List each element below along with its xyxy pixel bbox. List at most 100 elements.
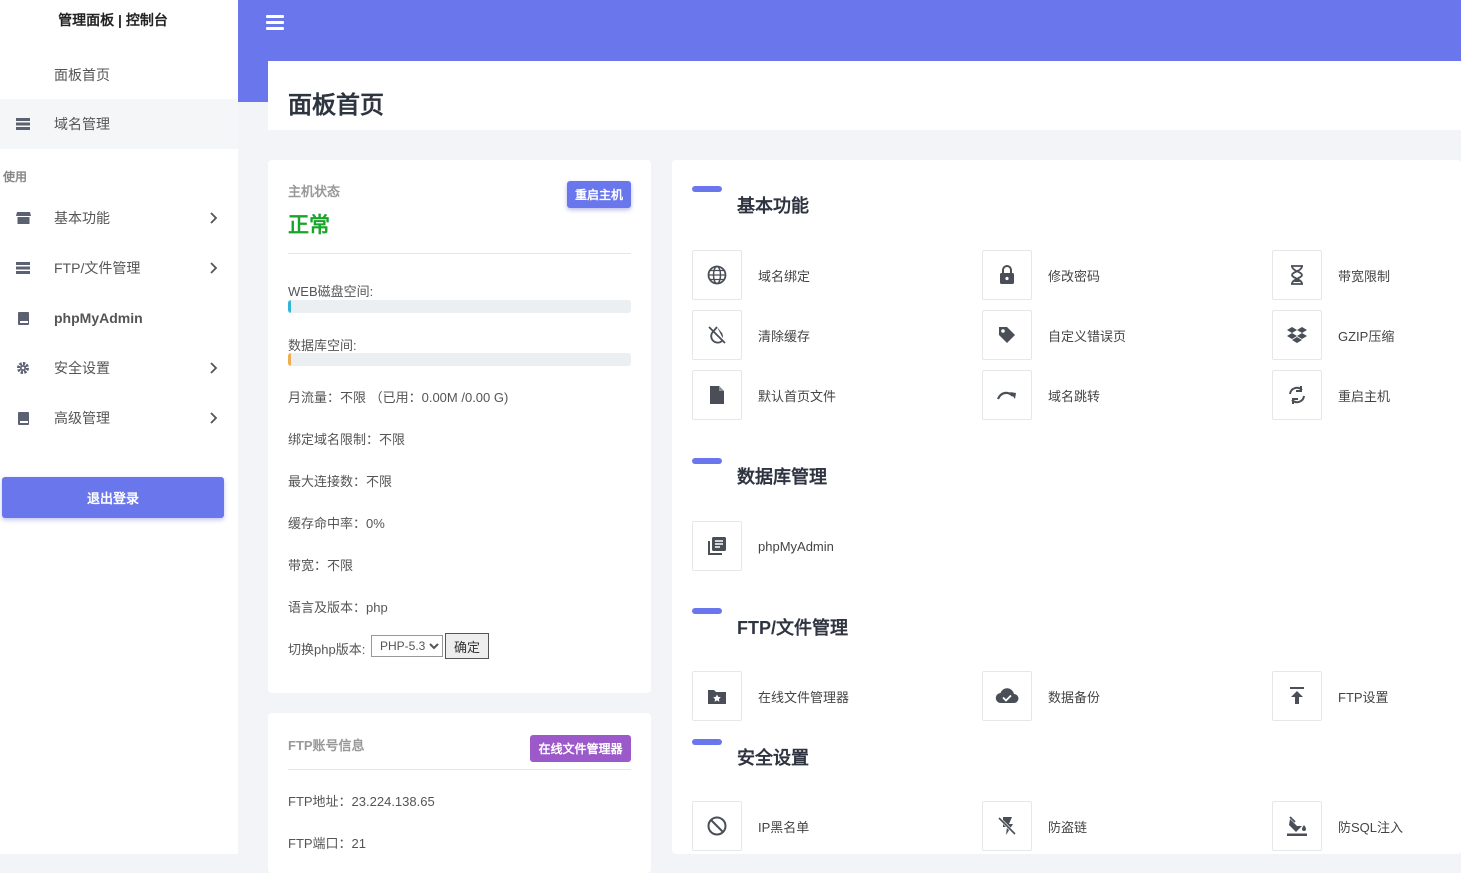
func-phpmyadmin[interactable]: phpMyAdmin xyxy=(692,521,834,571)
host-status-card: 主机状态 正常 重启主机 WEB磁盘空间: 数据库空间: 月流量：不限 （已用：… xyxy=(268,160,651,693)
sidebar-item-label: 高级管理 xyxy=(54,410,110,426)
func-label: 自定义错误页 xyxy=(1048,328,1127,344)
ftp-account-card: FTP账号信息 在线文件管理器 FTP地址：23.224.138.65 FTP端… xyxy=(268,713,651,873)
restart-host-button[interactable]: 重启主机 xyxy=(567,181,631,208)
max-connections: 最大连接数：不限 xyxy=(288,474,393,489)
func-gzip[interactable]: GZIP压缩 xyxy=(1272,310,1394,360)
sidebar-item-label: 域名管理 xyxy=(54,116,110,132)
func-anti-sql-injection[interactable]: 防SQL注入 xyxy=(1272,801,1403,851)
server-icon xyxy=(15,116,31,132)
ftp-address: FTP地址：23.224.138.65 xyxy=(288,794,435,809)
store-icon xyxy=(15,210,31,226)
func-label: 防SQL注入 xyxy=(1338,819,1404,835)
dropbox-icon xyxy=(1287,327,1307,343)
func-restart-host[interactable]: 重启主机 xyxy=(1272,370,1390,420)
sidebar-item-phpmyadmin[interactable]: phpMyAdmin xyxy=(0,293,238,343)
book-icon xyxy=(15,410,31,426)
func-label: 带宽限制 xyxy=(1338,268,1391,284)
divider xyxy=(288,769,631,770)
func-label: 默认首页文件 xyxy=(758,388,837,404)
db-space-label: 数据库空间: xyxy=(288,338,357,353)
func-label: phpMyAdmin xyxy=(758,538,834,554)
brand-title: 管理面板 | 控制台 xyxy=(58,12,168,28)
func-label: 域名绑定 xyxy=(758,268,811,284)
file-manager-button[interactable]: 在线文件管理器 xyxy=(530,735,631,762)
section-title-basic: 基本功能 xyxy=(737,196,809,216)
chevron-right-icon xyxy=(210,262,218,274)
language-version: 语言及版本：php xyxy=(288,600,388,615)
sidebar-item-advanced[interactable]: 高级管理 xyxy=(0,393,238,443)
func-label: 在线文件管理器 xyxy=(758,689,850,705)
block-icon xyxy=(707,816,727,836)
logout-button[interactable]: 退出登录 xyxy=(2,477,224,518)
confirm-button[interactable]: 确定 xyxy=(445,633,489,659)
page-header: 面板首页 xyxy=(268,61,1461,130)
func-change-password[interactable]: 修改密码 xyxy=(982,250,1100,300)
func-label: 重启主机 xyxy=(1338,388,1391,404)
web-disk-progress xyxy=(288,300,631,313)
sidebar-item-security[interactable]: 安全设置 xyxy=(0,343,238,393)
tag-icon xyxy=(999,327,1015,343)
gear-icon xyxy=(15,360,31,376)
func-label: IP黑名单 xyxy=(758,819,810,835)
section-title-db: 数据库管理 xyxy=(737,467,827,487)
section-accent-bar xyxy=(692,608,722,614)
chevron-right-icon xyxy=(210,412,218,424)
server-icon xyxy=(15,260,31,276)
func-ftp-settings[interactable]: FTP设置 xyxy=(1272,671,1389,721)
db-space-progress-fill xyxy=(288,353,292,366)
paint-bucket-icon xyxy=(1287,816,1307,836)
upload-icon xyxy=(1290,687,1304,704)
cache-hit-rate: 缓存命中率：0% xyxy=(288,516,385,531)
chevron-right-icon xyxy=(210,362,218,374)
function-panel: 基本功能 域名绑定 修改密码 带宽限制 清除缓存 自定义错误页 GZIP压缩 默… xyxy=(672,160,1461,854)
func-label: FTP设置 xyxy=(1338,689,1389,705)
func-default-index[interactable]: 默认首页文件 xyxy=(692,370,836,420)
func-bandwidth-limit[interactable]: 带宽限制 xyxy=(1272,250,1390,300)
func-custom-error-page[interactable]: 自定义错误页 xyxy=(982,310,1126,360)
section-title-ftp: FTP/文件管理 xyxy=(737,618,848,638)
sidebar-item-label: 面板首页 xyxy=(54,67,110,83)
func-label: GZIP压缩 xyxy=(1338,328,1395,344)
func-domain-redirect[interactable]: 域名跳转 xyxy=(982,370,1100,420)
func-data-backup[interactable]: 数据备份 xyxy=(982,671,1100,721)
library-books-icon xyxy=(708,537,726,555)
chevron-right-icon xyxy=(210,212,218,224)
ftp-account-label: FTP账号信息 xyxy=(288,738,365,753)
redo-icon xyxy=(996,391,1016,400)
nav-section-label: 使用 xyxy=(3,170,28,184)
lock-icon xyxy=(1000,265,1014,284)
func-clear-cache[interactable]: 清除缓存 xyxy=(692,310,810,360)
func-online-file-manager[interactable]: 在线文件管理器 xyxy=(692,671,849,721)
page-title: 面板首页 xyxy=(288,92,384,119)
sidebar-item-label: 基本功能 xyxy=(54,210,110,226)
sidebar-item-basic[interactable]: 基本功能 xyxy=(0,193,238,243)
php-version-select[interactable]: PHP-5.3 xyxy=(371,635,443,657)
domain-limit: 绑定域名限制：不限 xyxy=(288,432,406,447)
php-switch-label: 切换php版本: xyxy=(288,642,366,657)
sidebar-item-domain[interactable]: 域名管理 xyxy=(0,99,238,149)
func-domain-bind[interactable]: 域名绑定 xyxy=(692,250,810,300)
section-accent-bar xyxy=(692,739,722,745)
host-status-value: 正常 xyxy=(288,214,330,237)
ftp-port: FTP端口：21 xyxy=(288,836,367,851)
bandwidth: 带宽：不限 xyxy=(288,558,354,573)
menu-toggle-icon[interactable] xyxy=(266,15,284,31)
sidebar-item-label: FTP/文件管理 xyxy=(54,260,141,276)
sidebar-item-label: 安全设置 xyxy=(54,360,110,376)
func-label: 防盗链 xyxy=(1048,819,1088,835)
func-label: 清除缓存 xyxy=(758,328,811,344)
monthly-traffic: 月流量：不限 （已用：0.00M /0.00 G) xyxy=(288,390,509,405)
globe-icon xyxy=(707,265,727,285)
sidebar-item-home[interactable]: 面板首页 xyxy=(0,50,238,100)
func-label: 修改密码 xyxy=(1048,268,1101,284)
invert-colors-off-icon xyxy=(708,326,726,344)
host-status-label: 主机状态 xyxy=(288,184,341,199)
func-ip-blacklist[interactable]: IP黑名单 xyxy=(692,801,809,851)
divider xyxy=(288,253,631,254)
sidebar-item-ftp[interactable]: FTP/文件管理 xyxy=(0,243,238,293)
book-icon xyxy=(15,310,31,326)
cloud-done-icon xyxy=(995,688,1019,704)
func-anti-hotlink[interactable]: 防盗链 xyxy=(982,801,1087,851)
folder-star-icon xyxy=(708,689,726,704)
